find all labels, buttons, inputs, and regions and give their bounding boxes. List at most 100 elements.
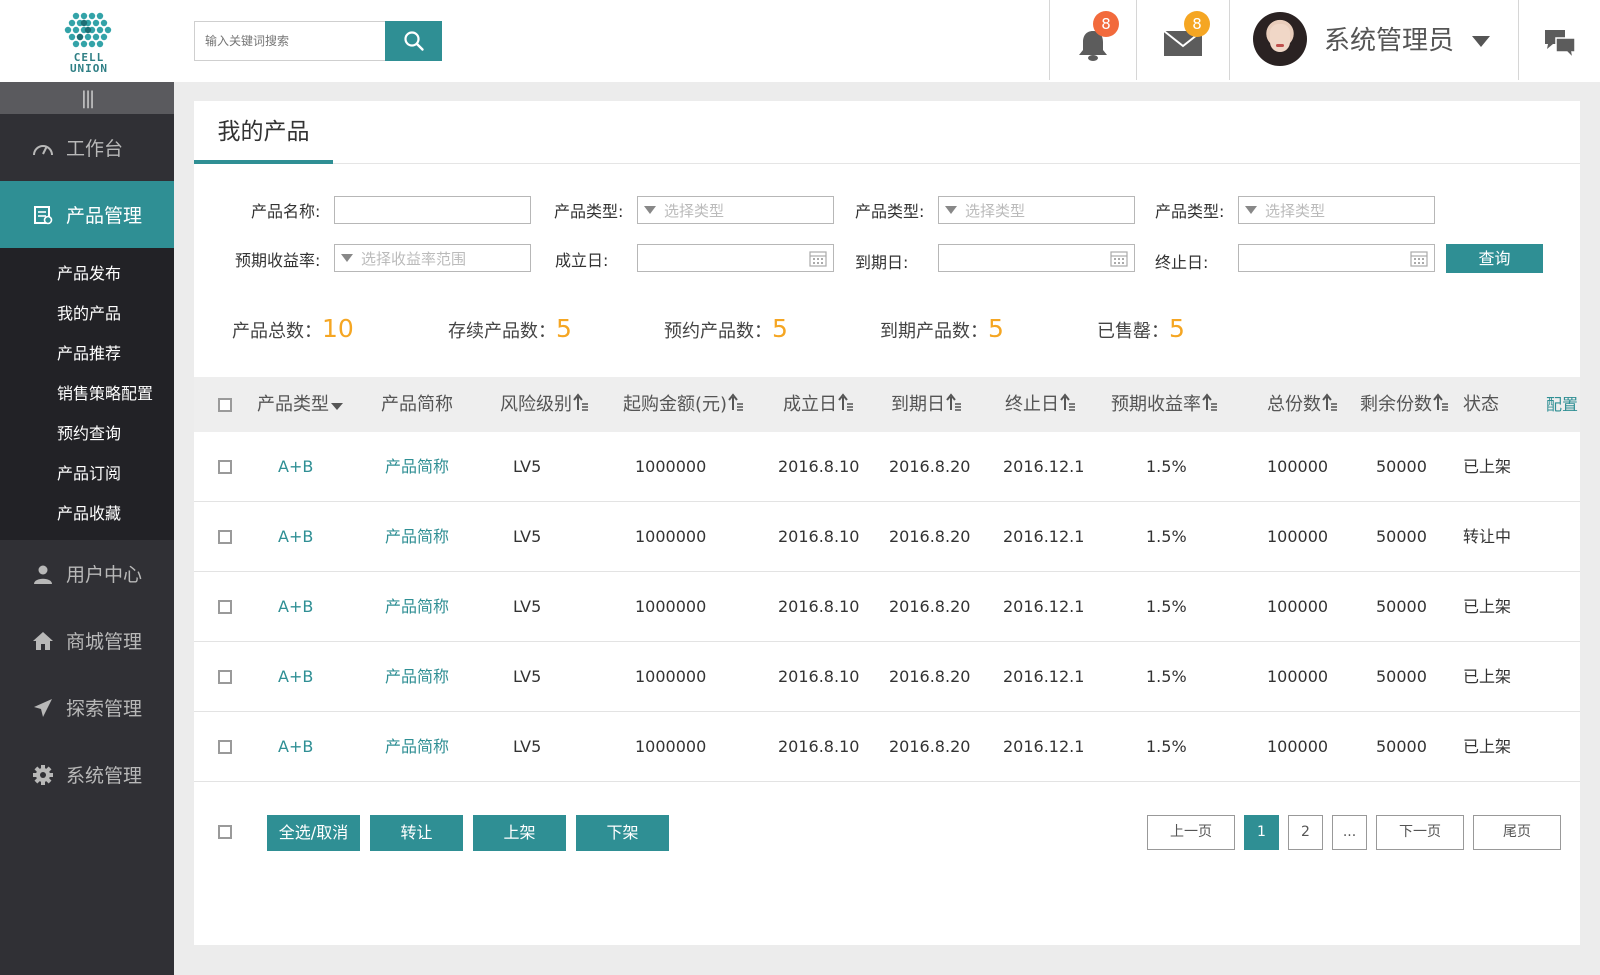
- logo-hexagon-icon: [64, 12, 112, 48]
- sort-icon: [728, 378, 744, 433]
- cell-product-short-name[interactable]: 产品简称: [385, 642, 449, 712]
- cell-product-type[interactable]: A+B: [278, 712, 313, 782]
- cell-total-shares: 100000: [1267, 667, 1329, 686]
- cell-product-type[interactable]: A+B: [278, 572, 313, 642]
- due-date-picker[interactable]: [938, 244, 1135, 272]
- prev-page-button[interactable]: 上一页: [1147, 815, 1235, 850]
- cell-product-short-name[interactable]: 产品简称: [385, 572, 449, 642]
- stat-sold-out: 已售罄：5: [1097, 314, 1185, 343]
- last-page-button[interactable]: 尾页: [1473, 815, 1561, 850]
- th-label: 风险级别: [500, 394, 572, 415]
- cell-risk-level: LV5: [513, 737, 542, 756]
- next-page-button[interactable]: 下一页: [1376, 815, 1464, 850]
- select-all-checkbox[interactable]: [218, 825, 232, 839]
- sort-icon: [1322, 378, 1338, 433]
- product-name-label: 产品名称:: [251, 202, 321, 221]
- cell-setup-date: 2016.8.10: [778, 737, 860, 756]
- th-due-date[interactable]: 到期日: [891, 377, 962, 432]
- row-checkbox[interactable]: [218, 460, 232, 474]
- sidebar-toggle[interactable]: |||: [0, 82, 174, 114]
- chevron-down-icon[interactable]: [1472, 36, 1490, 47]
- sidebar-item-mall-management[interactable]: 商城管理: [0, 607, 174, 674]
- cell-product-type[interactable]: A+B: [278, 432, 313, 502]
- th-total-shares[interactable]: 总份数: [1267, 377, 1338, 432]
- cell-remaining-shares: 50000: [1376, 737, 1427, 756]
- setup-date-label: 成立日:: [555, 251, 609, 270]
- th-setup-date[interactable]: 成立日: [783, 377, 854, 432]
- submenu-item-reservation-query[interactable]: 预约查询: [0, 414, 174, 454]
- cell-remaining-shares: 50000: [1376, 667, 1427, 686]
- product-type-select-2[interactable]: 选择类型: [938, 196, 1135, 224]
- submenu-item-product-subscribe[interactable]: 产品订阅: [0, 454, 174, 494]
- stat-label: 存续产品数：: [448, 321, 556, 342]
- expected-rate-select[interactable]: 选择收益率范围: [334, 244, 531, 272]
- cell-product-short-name[interactable]: 产品简称: [385, 712, 449, 782]
- cell-end-date: 2016.12.1: [1003, 737, 1085, 756]
- sidebar-item-user-center[interactable]: 用户中心: [0, 540, 174, 607]
- th-risk-level[interactable]: 风险级别: [500, 377, 589, 432]
- select-all-button[interactable]: 全选/取消: [267, 815, 360, 851]
- avatar[interactable]: [1253, 12, 1307, 66]
- page-button-1[interactable]: 1: [1244, 815, 1279, 850]
- user-name[interactable]: 系统管理员: [1324, 20, 1454, 57]
- cell-risk-level: LV5: [513, 457, 542, 476]
- cell-due-date: 2016.8.20: [889, 527, 971, 546]
- search-input[interactable]: [194, 21, 385, 61]
- end-date-picker[interactable]: [1238, 244, 1435, 272]
- stat-value: 5: [988, 314, 1004, 343]
- header-divider: [1229, 0, 1230, 80]
- product-type-select[interactable]: 选择类型: [637, 196, 834, 224]
- th-expected-rate[interactable]: 预期收益率: [1111, 377, 1218, 432]
- product-type-label-2: 产品类型:: [855, 202, 925, 221]
- row-checkbox[interactable]: [218, 530, 232, 544]
- cell-product-short-name[interactable]: 产品简称: [385, 432, 449, 502]
- th-product-type[interactable]: 产品类型: [257, 377, 344, 432]
- setup-date-picker[interactable]: [637, 244, 834, 272]
- cell-union-logo[interactable]: CELL UNION: [52, 6, 126, 76]
- chat-button[interactable]: [1543, 28, 1577, 64]
- th-remaining-shares[interactable]: 剩余份数: [1360, 377, 1449, 432]
- sidebar-item-label: 探索管理: [66, 698, 143, 720]
- sidebar-item-workbench[interactable]: 工作台: [0, 114, 174, 181]
- row-checkbox[interactable]: [218, 600, 232, 614]
- product-name-input[interactable]: [334, 196, 531, 224]
- transfer-button[interactable]: 转让: [370, 815, 463, 851]
- th-end-date[interactable]: 终止日: [1005, 377, 1076, 432]
- submenu-item-my-products[interactable]: 我的产品: [0, 294, 174, 334]
- cell-min-purchase: 1000000: [635, 667, 707, 686]
- cell-min-purchase: 1000000: [635, 597, 707, 616]
- cell-product-type[interactable]: A+B: [278, 642, 313, 712]
- row-checkbox[interactable]: [218, 740, 232, 754]
- query-button[interactable]: 查询: [1446, 244, 1543, 273]
- sidebar-item-product-management[interactable]: 产品管理: [0, 181, 174, 248]
- sidebar-item-system-management[interactable]: 系统管理: [0, 741, 174, 808]
- submenu-item-product-favorites[interactable]: 产品收藏: [0, 494, 174, 534]
- calendar-icon: [1110, 251, 1128, 267]
- cell-product-short-name[interactable]: 产品简称: [385, 502, 449, 572]
- submenu-item-sales-strategy[interactable]: 销售策略配置: [0, 374, 174, 414]
- table-row: A+B 产品简称 LV5 1000000 2016.8.10 2016.8.20…: [194, 712, 1580, 782]
- submenu-item-product-recommend[interactable]: 产品推荐: [0, 334, 174, 374]
- cell-min-purchase: 1000000: [635, 457, 707, 476]
- table-config-link[interactable]: 配置: [1546, 377, 1578, 432]
- submenu-item-product-publish[interactable]: 产品发布: [0, 254, 174, 294]
- cell-product-type[interactable]: A+B: [278, 502, 313, 572]
- dashboard-icon: [32, 137, 54, 159]
- expected-rate-placeholder: 选择收益率范围: [361, 249, 467, 268]
- th-min-purchase[interactable]: 起购金额(元): [623, 377, 744, 432]
- sidebar-item-explore-management[interactable]: 探索管理: [0, 674, 174, 741]
- row-checkbox[interactable]: [218, 670, 232, 684]
- stat-value: 5: [1169, 314, 1185, 343]
- th-label: 总份数: [1267, 394, 1321, 415]
- list-button[interactable]: 上架: [473, 815, 566, 851]
- search-button[interactable]: [385, 21, 442, 61]
- header-checkbox[interactable]: [218, 398, 232, 412]
- stat-label: 预约产品数：: [664, 321, 772, 342]
- cell-status: 转让中: [1463, 527, 1512, 546]
- page-ellipsis[interactable]: ...: [1332, 815, 1367, 850]
- cell-setup-date: 2016.8.10: [778, 597, 860, 616]
- sidebar-item-label: 产品管理: [66, 205, 143, 227]
- page-button-2[interactable]: 2: [1288, 815, 1323, 850]
- delist-button[interactable]: 下架: [576, 815, 669, 851]
- product-type-select-3[interactable]: 选择类型: [1238, 196, 1435, 224]
